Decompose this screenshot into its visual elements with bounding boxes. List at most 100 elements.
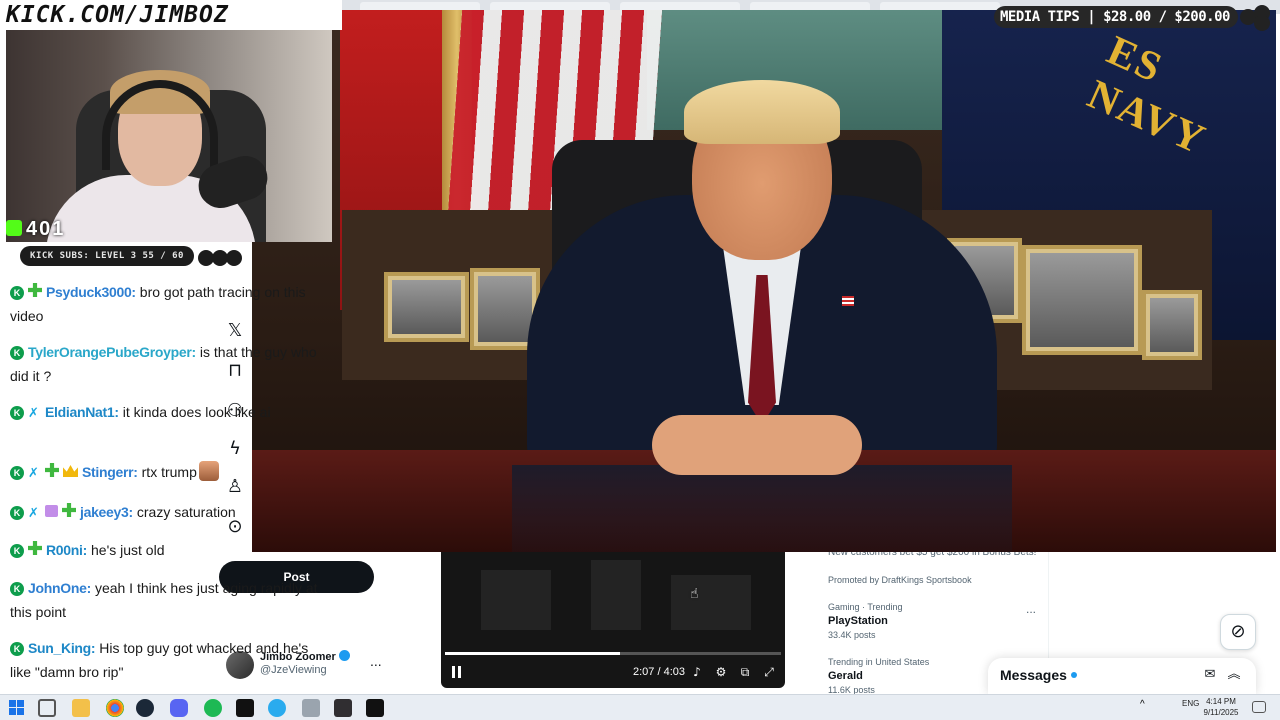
windows-start-icon[interactable]: [8, 699, 26, 717]
grok-icon[interactable]: ⊘: [1220, 614, 1256, 650]
media-tips-icon: [1240, 5, 1274, 31]
sub-goal-decoration: [198, 248, 244, 266]
photo-frame: [1022, 245, 1142, 355]
kick-badge-icon: K: [10, 506, 24, 520]
pip-icon[interactable]: ⧉: [737, 664, 753, 680]
file-explorer-icon[interactable]: [72, 699, 90, 717]
pause-icon[interactable]: [450, 665, 464, 679]
chat-username[interactable]: TylerOrangePubeGroyper:: [28, 344, 196, 360]
kick-badge-icon: K: [10, 544, 24, 558]
chrome-icon[interactable]: [106, 699, 124, 717]
chat-message: K ✗ Stingerr: rtx trump: [10, 460, 320, 484]
trend-meta: Gaming · Trending: [828, 602, 903, 612]
fullscreen-icon[interactable]: ⤢: [761, 664, 777, 680]
chat-text: crazy saturation: [136, 504, 236, 520]
chat-username[interactable]: jakeey3:: [80, 504, 133, 520]
hair-shape: [684, 80, 840, 144]
chat-username[interactable]: Sun_King:: [28, 640, 96, 656]
stream-chat: K Psyduck3000: bro got path tracing on thi…: [0, 274, 330, 684]
photo-frame: [1142, 290, 1202, 360]
chevron-up-icon[interactable]: ︽: [1226, 667, 1242, 683]
trend-name: PlayStation: [828, 615, 888, 627]
video-frame-shape: [481, 570, 551, 630]
channel-banner: KICK.COM/JIMBOZ: [0, 0, 342, 30]
capcut-icon[interactable]: [366, 699, 384, 717]
steam-icon[interactable]: [136, 699, 154, 717]
sub-badge-icon: [62, 503, 76, 517]
chat-message: K Sun_King: His top guy got whacked and he…: [10, 636, 320, 684]
chat-username[interactable]: JohnOne:: [28, 580, 91, 596]
video-time: 2:07 / 4:03: [633, 666, 685, 678]
notifications-icon[interactable]: [1252, 701, 1266, 713]
messages-title: Messages: [1000, 667, 1067, 683]
video-scrubber[interactable]: [445, 652, 781, 655]
verified-icon: [338, 650, 350, 661]
streamer-webcam: [6, 30, 332, 242]
tray-chevron-icon[interactable]: ^: [1140, 699, 1150, 717]
gift-badge-icon: [45, 505, 58, 517]
chat-message: K ✗ jakeey3: crazy saturation: [10, 500, 320, 524]
mod-sword-icon: ✗: [28, 466, 39, 481]
sub-goal-bar: KICK SUBS: LEVEL 3 55 / 60: [20, 246, 194, 266]
desk-reflection: [512, 465, 1012, 552]
chat-message: K TylerOrangePubeGroyper: is that the guy …: [10, 340, 320, 388]
hands-shape: [652, 415, 862, 475]
trend-item[interactable]: Gaming · Trending PlayStation 33.4K post…: [828, 602, 1038, 640]
discord-icon[interactable]: [170, 699, 188, 717]
sub-badge-icon: [28, 541, 42, 555]
video-progress-fill: [445, 652, 620, 655]
promoted-by: Promoted by DraftKings Sportsbook: [828, 575, 972, 585]
obs-icon[interactable]: [334, 699, 352, 717]
volume-icon[interactable]: ♪: [689, 664, 705, 680]
video-frame-shape: [671, 575, 751, 630]
chat-username[interactable]: Psyduck3000:: [46, 284, 136, 300]
chat-message: K ✗ EldianNat1: it kinda does look like ai: [10, 400, 320, 424]
input-language[interactable]: ENG: [1182, 699, 1199, 708]
messages-drawer[interactable]: Messages ✉ ︽: [988, 658, 1256, 694]
flag-pin-shape: [842, 296, 854, 306]
messages-title-row: Messages: [1000, 667, 1077, 683]
chat-username[interactable]: R00ni:: [46, 542, 87, 558]
kick-badge-icon: K: [10, 582, 24, 596]
task-view-icon[interactable]: [38, 699, 56, 717]
embedded-video-player[interactable]: 2:07 / 4:03 ♪ ⚙ ⧉ ⤢: [441, 550, 785, 688]
crown-icon: [63, 465, 78, 477]
chat-text: it kinda does look like ai: [122, 404, 271, 420]
kick-badge-icon: K: [10, 642, 24, 656]
terminal-icon[interactable]: [236, 699, 254, 717]
chat-message: K Psyduck3000: bro got path tracing on thi…: [10, 280, 320, 328]
unread-dot: [1070, 672, 1077, 678]
media-tips-goal: MEDIA TIPS | $28.00 / $200.00: [994, 6, 1238, 28]
viewer-count-value: 401: [26, 218, 66, 240]
system-clock[interactable]: 4:14 PM 9/11/2025: [1198, 696, 1244, 718]
chat-username[interactable]: Stingerr:: [82, 464, 138, 480]
viewer-count: 401: [6, 218, 65, 242]
emote-icon: [198, 461, 219, 481]
trend-more-icon[interactable]: ...: [1026, 602, 1036, 616]
mod-sword-icon: ✗: [28, 406, 39, 421]
sub-badge-icon: [28, 283, 42, 297]
chat-message: K JohnOne: yeah I think hes just aging rap…: [10, 576, 320, 624]
kick-badge-icon: K: [10, 466, 24, 480]
hand-cursor-icon: ☝: [690, 586, 699, 602]
trend-count: 33.4K posts: [828, 630, 876, 640]
kick-badge-icon: K: [10, 286, 24, 300]
kick-badge-icon: K: [10, 346, 24, 360]
chat-username[interactable]: EldianNat1:: [45, 404, 119, 420]
chat-message: K R00ni: he's just old: [10, 538, 320, 562]
video-frame-shape: [591, 560, 641, 630]
stream-main-video: ES NAVY: [252, 10, 1276, 552]
kick-badge-icon: K: [10, 406, 24, 420]
sub-badge-icon: [45, 463, 59, 477]
windows-taskbar: ^ ENG 4:14 PM 9/11/2025: [0, 694, 1280, 720]
telegram-icon[interactable]: [268, 699, 286, 717]
app-icon[interactable]: [302, 699, 320, 717]
channel-url: KICK.COM/JIMBOZ: [6, 2, 229, 28]
more-icon[interactable]: ...: [370, 653, 382, 669]
mod-sword-icon: ✗: [28, 506, 39, 521]
spotify-icon[interactable]: [204, 699, 222, 717]
chat-text: he's just old: [91, 542, 165, 558]
settings-gear-icon[interactable]: ⚙: [713, 664, 729, 680]
new-message-icon[interactable]: ✉: [1202, 667, 1218, 683]
clock-date: 9/11/2025: [1203, 708, 1239, 717]
